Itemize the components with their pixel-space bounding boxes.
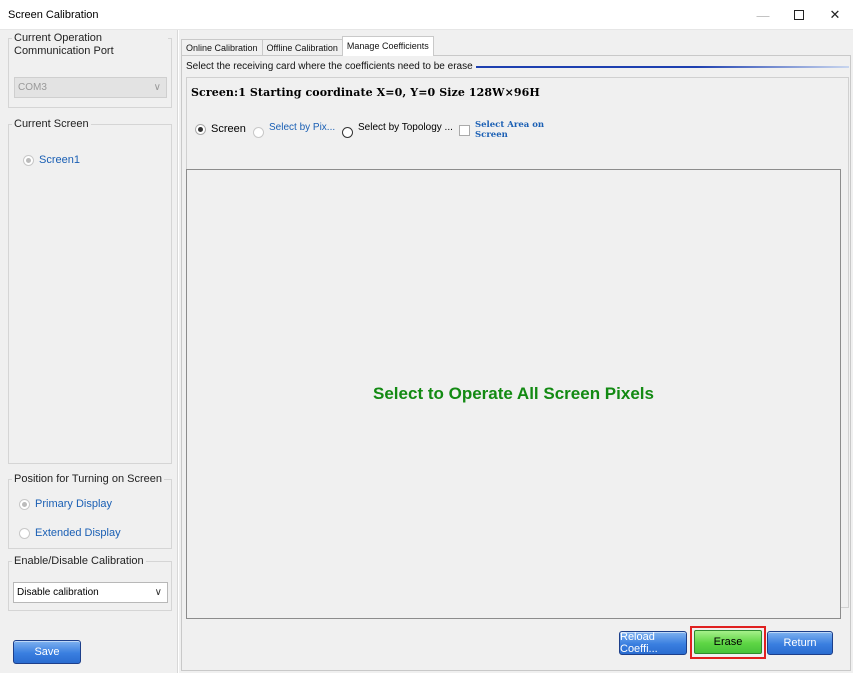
- option-screen-radio[interactable]: Screen: [195, 123, 246, 135]
- comm-port-group: Current Operation Communication Port COM…: [8, 32, 172, 108]
- window-title: Screen Calibration: [8, 9, 99, 21]
- position-group-title: Position for Turning on Screen: [12, 473, 164, 486]
- minimize-button[interactable]: —: [745, 0, 781, 30]
- comm-port-select[interactable]: COM3 ∨: [14, 77, 167, 98]
- calibration-group-title: Enable/Disable Calibration: [12, 555, 146, 568]
- primary-display-label: Primary Display: [35, 498, 113, 510]
- radio-indicator: [23, 154, 34, 166]
- save-button[interactable]: Save: [13, 640, 81, 664]
- tab-online-calibration[interactable]: Online Calibration: [181, 39, 263, 56]
- select-area-label: Select Area on Screen: [475, 120, 545, 140]
- extended-display-label: Extended Display: [35, 527, 121, 539]
- primary-display-radio[interactable]: Primary Display: [19, 498, 112, 510]
- radio-indicator: [19, 498, 30, 510]
- calibration-select[interactable]: Disable calibration ∨: [13, 582, 168, 603]
- chevron-down-icon: ∨: [153, 82, 161, 93]
- close-icon: ✕: [829, 7, 841, 22]
- screen-canvas[interactable]: Select to Operate All Screen Pixels: [186, 169, 841, 619]
- screen-radio-screen1[interactable]: Screen1: [23, 154, 80, 166]
- option-screen-label: Screen: [211, 123, 246, 135]
- checkbox-indicator: [459, 124, 470, 136]
- tab-bar: Online Calibration Offline Calibration M…: [181, 36, 434, 56]
- current-screen-group: Current Screen Screen1: [8, 118, 172, 464]
- erase-button[interactable]: Erase: [694, 630, 762, 654]
- extended-display-radio[interactable]: Extended Display: [19, 527, 121, 539]
- right-panel: Online Calibration Offline Calibration M…: [179, 30, 853, 673]
- screen-radio-label: Screen1: [39, 154, 80, 166]
- hint-divider: [467, 66, 849, 68]
- option-by-pixel-label: Select by Pix...: [269, 122, 336, 133]
- title-bar: Screen Calibration — ✕: [0, 0, 853, 30]
- return-button[interactable]: Return: [767, 631, 833, 655]
- left-panel: Current Operation Communication Port COM…: [0, 30, 178, 673]
- tab-offline-calibration[interactable]: Offline Calibration: [261, 39, 343, 56]
- calibration-group: Enable/Disable Calibration Disable calib…: [8, 555, 172, 611]
- tab-manage-coefficients[interactable]: Manage Coefficients: [341, 36, 434, 56]
- comm-port-value: COM3: [18, 82, 47, 93]
- select-area-checkbox[interactable]: Select Area on Screen: [459, 120, 544, 140]
- current-screen-group-title: Current Screen: [12, 118, 91, 131]
- option-by-topology-label: Select by Topology ...: [358, 122, 453, 133]
- maximize-icon: [794, 10, 804, 20]
- canvas-message: Select to Operate All Screen Pixels: [373, 384, 654, 403]
- calibration-value: Disable calibration: [17, 587, 99, 598]
- reload-coefficients-button[interactable]: Reload Coeffi...: [619, 631, 687, 655]
- radio-indicator: [19, 527, 30, 539]
- radio-indicator: [253, 127, 264, 138]
- option-by-topology-radio[interactable]: Select by Topology ...: [342, 117, 453, 138]
- manage-coefficients-panel: Select the receiving card where the coef…: [181, 55, 851, 671]
- maximize-button[interactable]: [781, 0, 817, 30]
- hint-text: Select the receiving card where the coef…: [186, 61, 476, 72]
- close-button[interactable]: ✕: [817, 0, 853, 30]
- chevron-down-icon: ∨: [154, 587, 162, 598]
- option-by-pixel-radio[interactable]: Select by Pix...: [253, 117, 335, 138]
- minimize-icon: —: [756, 7, 770, 23]
- radio-indicator: [342, 127, 353, 138]
- screen-info: Screen:1 Starting coordinate X=0, Y=0 Si…: [191, 86, 540, 99]
- radio-indicator: [195, 123, 206, 135]
- comm-port-group-title: Current Operation Communication Port: [12, 32, 168, 58]
- position-group: Position for Turning on Screen Primary D…: [8, 473, 172, 549]
